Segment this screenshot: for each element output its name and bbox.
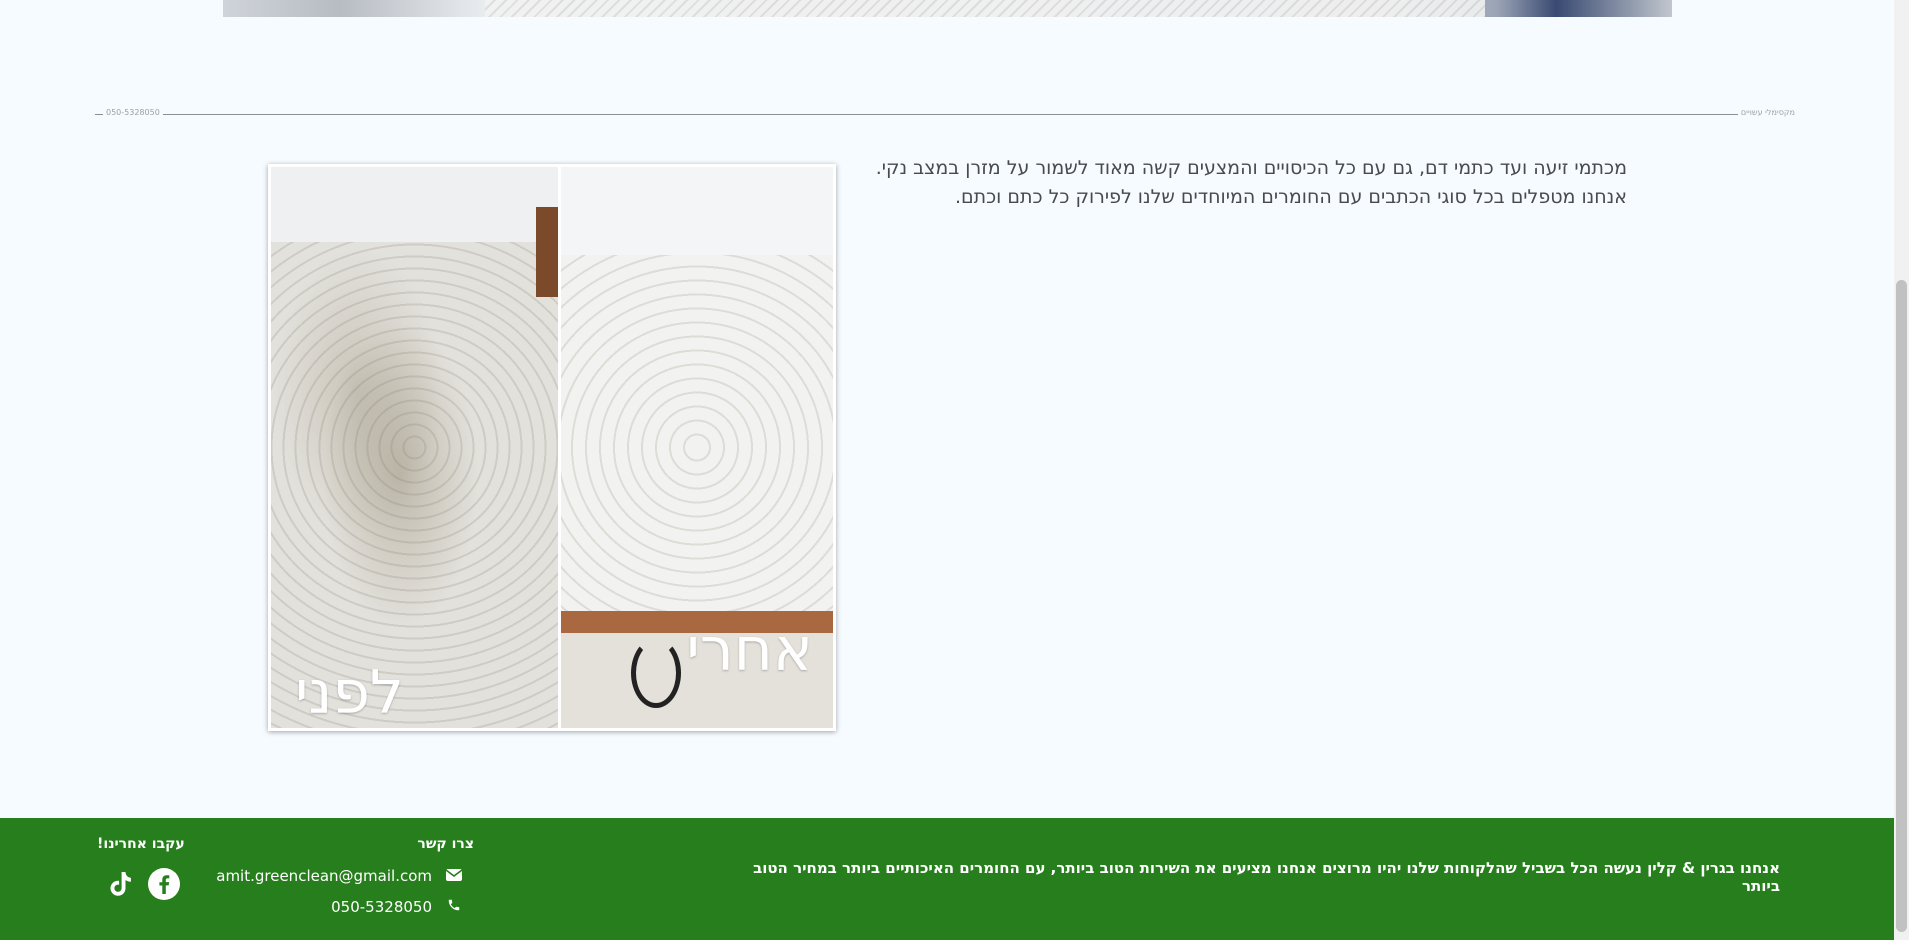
before-label: לפני xyxy=(295,658,405,728)
contact-title: צרו קשר xyxy=(417,836,474,852)
description-line-2: אנחנו מטפלים בכל סוגי הכתבים עם החומרים … xyxy=(955,186,1627,208)
mattress-texture xyxy=(485,0,1485,17)
scrollbar-thumb[interactable] xyxy=(1896,280,1907,932)
footer-about-text: אנחנו בגרין & קלין נעשה הכל בשביל שהלקוח… xyxy=(753,859,1780,895)
footer: אנחנו בגרין & קלין נעשה הכל בשביל שהלקוח… xyxy=(0,818,1894,940)
before-photo: לפני xyxy=(271,167,558,728)
email-link[interactable]: amit.greenclean@gmail.com xyxy=(210,865,466,887)
stain-description: מכתמי זיעה ועד כתמי דם, גם עם כל הכיסויי… xyxy=(847,154,1627,212)
photo-hose xyxy=(631,638,681,708)
facebook-icon[interactable] xyxy=(148,868,180,900)
photo-wall xyxy=(271,167,558,242)
after-label: אחרי xyxy=(686,615,813,685)
phone-link[interactable]: 050-5328050 xyxy=(210,896,466,918)
section-divider xyxy=(95,114,1798,115)
follow-title: עקבו אחרינו! xyxy=(97,836,185,852)
divider-left-text: 050-5328050 xyxy=(103,108,163,117)
envelope-icon xyxy=(442,867,466,885)
before-after-image: לפני אחרי xyxy=(268,164,836,731)
tiktok-icon[interactable] xyxy=(106,868,138,900)
phone-icon xyxy=(442,898,466,916)
photo-wall xyxy=(561,167,833,255)
divider-right-text: מקסימלי עשויים xyxy=(1737,108,1798,117)
scrollbar[interactable] xyxy=(1894,0,1909,940)
photo-bed-frame xyxy=(536,207,558,297)
phone-text: 050-5328050 xyxy=(331,898,432,916)
after-photo: אחרי xyxy=(561,167,833,728)
top-banner-image xyxy=(223,0,1672,17)
description-line-1: מכתמי זיעה ועד כתמי דם, גם עם כל הכיסויי… xyxy=(875,157,1627,179)
email-text: amit.greenclean@gmail.com xyxy=(216,867,432,885)
